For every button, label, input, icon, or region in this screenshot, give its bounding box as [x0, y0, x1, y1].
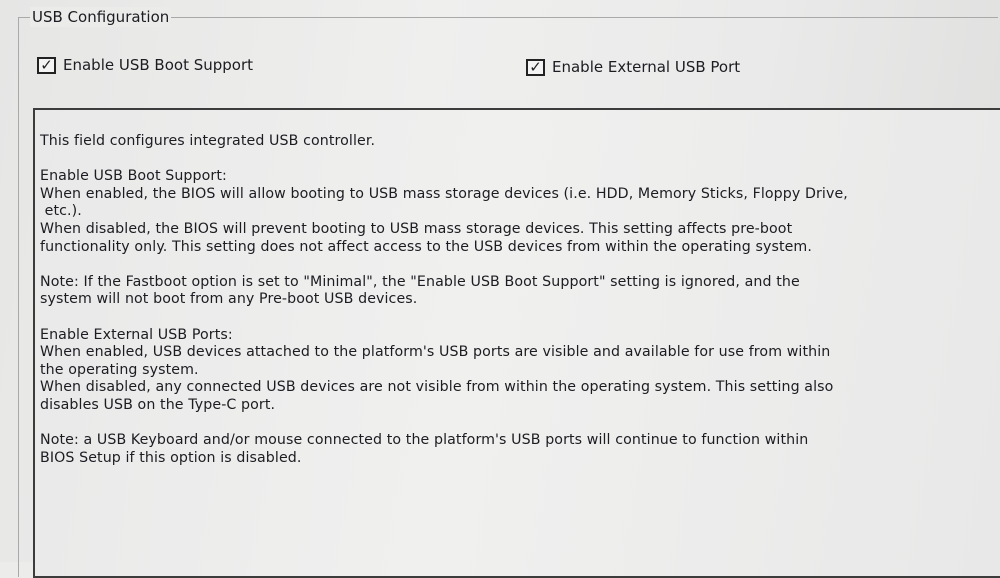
- help-note1-line2: system will not boot from any Pre-boot U…: [40, 291, 418, 308]
- help-ext-heading: Enable External USB Ports:: [40, 326, 233, 343]
- help-boot-enabled-line1: When enabled, the BIOS will allow bootin…: [40, 185, 848, 202]
- usb-boot-support-checkbox[interactable]: ✓: [37, 55, 56, 74]
- help-ext-disabled-line1: When disabled, any connected USB devices…: [40, 379, 834, 396]
- external-usb-port-label: Enable External USB Port: [552, 58, 741, 76]
- enable-usb-boot-support-option[interactable]: ✓ Enable USB Boot Support: [37, 56, 253, 74]
- group-title: USB Configuration: [30, 7, 172, 27]
- bios-screen: USB Configuration ✓ Enable USB Boot Supp…: [0, 0, 1000, 578]
- help-ext-enabled-line2: the operating system.: [40, 361, 199, 378]
- help-note2-line1: Note: a USB Keyboard and/or mouse connec…: [40, 432, 809, 449]
- help-description-panel: This field configures integrated USB con…: [33, 108, 1000, 578]
- enable-external-usb-port-option[interactable]: ✓ Enable External USB Port: [526, 58, 740, 76]
- help-boot-disabled-line1: When disabled, the BIOS will prevent boo…: [40, 220, 793, 237]
- help-boot-enabled-line2: etc.).: [40, 203, 82, 220]
- help-note1-line1: Note: If the Fastboot option is set to "…: [40, 273, 800, 290]
- usb-boot-support-label: Enable USB Boot Support: [63, 56, 254, 74]
- external-usb-port-checkbox[interactable]: ✓: [526, 57, 545, 76]
- help-text: This field configures integrated USB con…: [40, 133, 998, 467]
- help-intro: This field configures integrated USB con…: [40, 133, 376, 149]
- checkmark-icon: ✓: [40, 55, 53, 74]
- help-boot-disabled-line2: functionality only. This setting does no…: [40, 238, 812, 255]
- help-ext-enabled-line1: When enabled, USB devices attached to th…: [40, 344, 831, 361]
- checkmark-icon: ✓: [529, 57, 542, 76]
- help-ext-disabled-line2: disables USB on the Type-C port.: [40, 396, 276, 413]
- help-note2-line2: BIOS Setup if this option is disabled.: [40, 449, 302, 466]
- help-boot-heading: Enable USB Boot Support:: [40, 168, 227, 185]
